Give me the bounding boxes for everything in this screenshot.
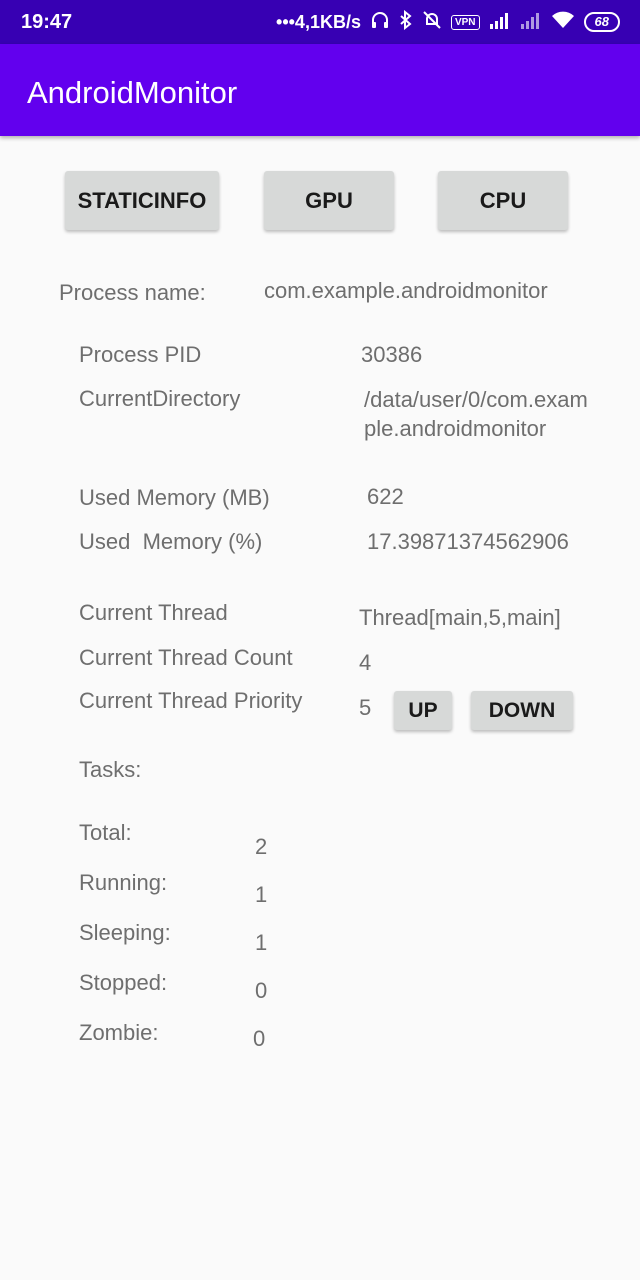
app-title: AndroidMonitor <box>27 75 238 110</box>
thread-count-label: Current Thread Count <box>79 645 293 670</box>
current-directory-value-line1: /data/user/0/com.exam <box>364 387 588 412</box>
process-name-value: com.example.androidmonitor <box>264 278 548 303</box>
wifi-icon <box>551 11 575 34</box>
process-name-label: Process name: <box>59 280 206 305</box>
priority-down-button[interactable]: DOWN <box>471 691 573 730</box>
tasks-running-value: 1 <box>255 882 268 907</box>
current-directory-value-line2: ple.androidmonitor <box>364 416 547 441</box>
tasks-sleeping-value: 1 <box>255 930 268 955</box>
tasks-total-value: 2 <box>255 834 268 859</box>
current-thread-label: Current Thread <box>79 600 228 625</box>
tasks-total-label: Total: <box>79 820 132 845</box>
app-bar: AndroidMonitor <box>0 44 640 136</box>
battery-icon: 68 <box>583 12 620 32</box>
used-memory-mb-value: 622 <box>367 484 404 509</box>
headphones-icon <box>370 10 390 35</box>
tasks-zombie-value: 0 <box>253 1026 266 1051</box>
status-icons: •••4,1KB/s VPN 68 <box>276 9 620 35</box>
current-directory-label: CurrentDirectory <box>79 386 241 411</box>
thread-priority-value: 5 <box>359 695 372 720</box>
network-speed: •••4,1KB/s <box>276 11 361 32</box>
tasks-title: Tasks: <box>79 757 142 782</box>
tasks-running-label: Running: <box>79 870 168 895</box>
tasks-sleeping-label: Sleeping: <box>79 920 171 945</box>
static-info-button[interactable]: STATICINFO <box>65 171 219 230</box>
signal-icon <box>489 11 511 34</box>
tasks-zombie-label: Zombie: <box>79 1020 159 1045</box>
status-time: 19:47 <box>21 11 73 33</box>
status-bar: 19:47 •••4,1KB/s VPN 68 <box>0 0 640 44</box>
thread-priority-label: Current Thread Priority <box>79 688 303 713</box>
process-pid-label: Process PID <box>79 342 202 367</box>
current-thread-value: Thread[main,5,main] <box>359 605 561 630</box>
tasks-stopped-label: Stopped: <box>79 970 168 995</box>
gpu-button[interactable]: GPU <box>264 171 394 230</box>
used-memory-mb-label: Used Memory (MB) <box>79 485 270 510</box>
bluetooth-icon <box>399 9 413 35</box>
tasks-stopped-value: 0 <box>255 978 268 1003</box>
process-pid-value: 30386 <box>361 342 423 367</box>
thread-count-value: 4 <box>359 650 372 675</box>
used-memory-pct-value: 17.39871374562906 <box>367 529 569 554</box>
cpu-button[interactable]: CPU <box>438 171 568 230</box>
signal-2-icon <box>520 11 542 34</box>
mute-bell-icon <box>422 10 442 35</box>
priority-up-button[interactable]: UP <box>394 691 452 730</box>
vpn-icon: VPN <box>450 14 480 30</box>
used-memory-pct-label: Used Memory (%) <box>79 529 263 554</box>
